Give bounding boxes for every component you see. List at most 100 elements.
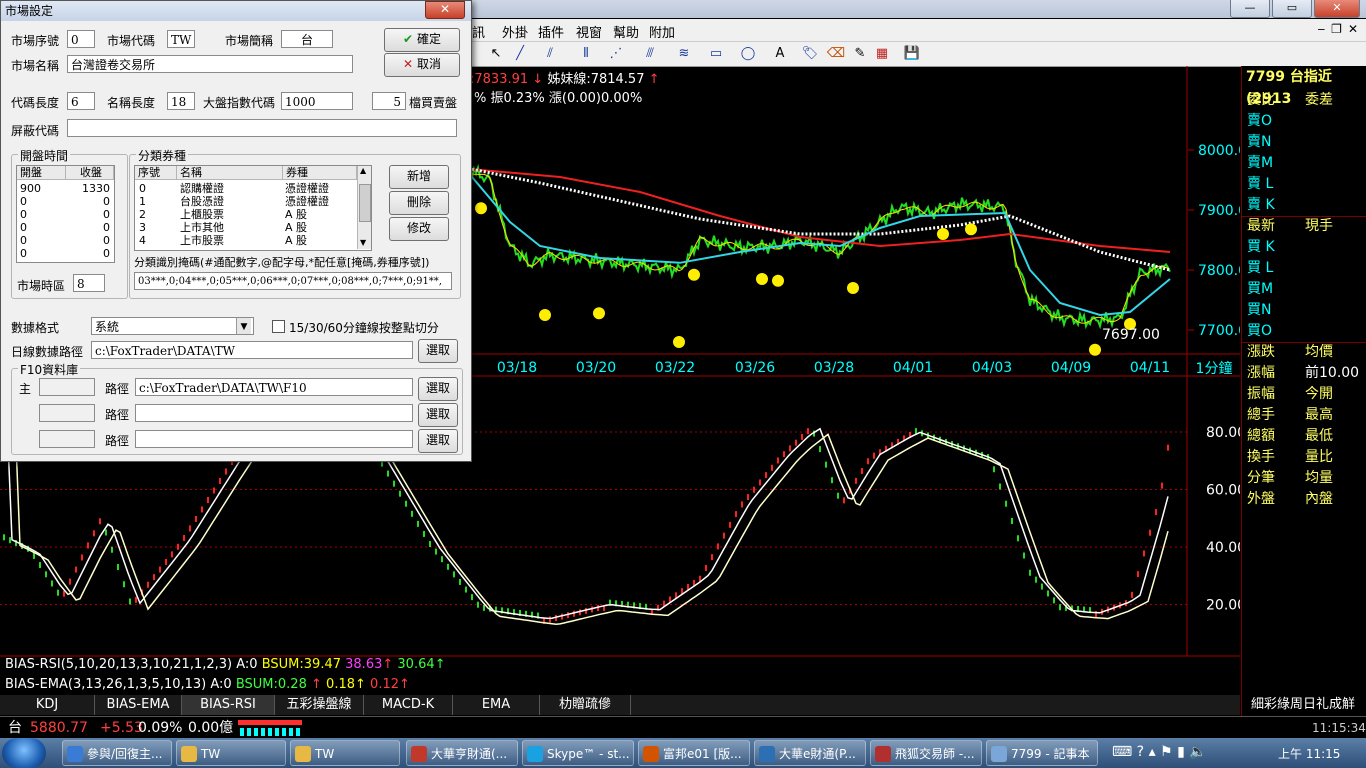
tab-ema[interactable]: EMA [453, 695, 540, 715]
hours-close-cell[interactable]: 0 [66, 208, 110, 221]
tz-input[interactable]: 8 [73, 274, 105, 292]
hours-open-cell[interactable]: 0 [20, 221, 27, 234]
taskbar-item[interactable]: 大華e財通(P... [754, 740, 866, 766]
hours-list[interactable]: 開盤 收盤 900 1330 0 0 0 0 0 0 0 0 0 0 [16, 165, 115, 263]
f10-head-input[interactable] [39, 404, 95, 422]
tab-color-trade-line[interactable]: 五彩操盤線 [275, 695, 364, 715]
cat-seq-cell[interactable]: 3 [139, 221, 146, 234]
line-tool-icon[interactable]: ╱ [510, 45, 530, 62]
cat-type-cell[interactable]: A 股 [285, 234, 307, 247]
abbr-input[interactable]: 台 [281, 30, 333, 48]
start-button[interactable] [2, 738, 46, 768]
ellipse-icon[interactable]: ◯ [738, 45, 758, 62]
f10-browse-button[interactable]: 選取 [418, 429, 458, 453]
save-icon[interactable]: 💾 [902, 45, 922, 62]
f10-browse-button[interactable]: 選取 [418, 377, 458, 401]
hours-close-cell[interactable]: 1330 [66, 182, 110, 195]
keyboard-icon[interactable]: ⌨ [1112, 744, 1132, 760]
text-tool-icon[interactable]: A [770, 45, 790, 62]
channel-icon[interactable]: ⫻ [640, 45, 660, 62]
taskbar-item[interactable]: Skype™ - st... [522, 740, 634, 766]
seq-input[interactable]: 0 [67, 30, 95, 48]
category-scrollbar[interactable]: ▲ ▼ [357, 166, 371, 249]
vertical-lines-icon[interactable]: ⦀ [576, 45, 596, 62]
taskbar-item[interactable]: 富邦e01 [版... [638, 740, 750, 766]
tab-bias-rsi[interactable]: BIAS-RSI [182, 695, 275, 715]
cat-type-cell[interactable]: A 股 [285, 221, 307, 234]
depth-input[interactable]: 5 [372, 92, 406, 110]
cat-seq-cell[interactable]: 2 [139, 208, 146, 221]
pointer-icon[interactable]: ↖ [486, 45, 506, 62]
scroll-up-icon[interactable]: ▲ [360, 166, 366, 175]
restore-button[interactable]: ▭ [1272, 0, 1312, 18]
category-list[interactable]: 序號 名稱 券種 0 認購權證 憑證權證 1 台股憑證 憑證權證 2 上櫃股票 A 股 3 上市其他… [134, 165, 372, 251]
eraser-icon[interactable]: ⌫ [826, 45, 846, 62]
pencil-icon[interactable]: ✎ [850, 45, 870, 62]
cat-header-name[interactable]: 名稱 [177, 166, 283, 180]
namelen-input[interactable]: 18 [167, 92, 195, 110]
cat-name-cell[interactable]: 台股憑證 [180, 195, 224, 208]
f10-path-input[interactable] [135, 404, 413, 422]
ok-button[interactable]: ✔ 確定 [384, 28, 460, 52]
menu-item-help[interactable]: 幫助 [613, 22, 639, 41]
cat-name-cell[interactable]: 上櫃股票 [180, 208, 224, 221]
chevron-down-icon[interactable]: ▼ [236, 318, 251, 334]
cat-name-cell[interactable]: 上市其他 [180, 221, 224, 234]
taskbar-item[interactable]: TW [176, 740, 286, 766]
f10-head-input[interactable] [39, 430, 95, 448]
taskbar-item[interactable]: 大華亨財通(... [406, 740, 518, 766]
minimize-button[interactable]: — [1230, 0, 1270, 18]
cat-name-cell[interactable]: 認購權證 [180, 182, 224, 195]
split-checkbox[interactable] [272, 320, 285, 333]
f10-path-input[interactable] [135, 430, 413, 448]
hours-close-cell[interactable]: 0 [66, 234, 110, 247]
menu-item-extra[interactable]: 附加 [649, 22, 675, 41]
codelen-input[interactable]: 6 [67, 92, 95, 110]
mdi-minimize-icon[interactable]: ‒ [1318, 22, 1326, 36]
mdi-restore-icon[interactable]: ❐ [1331, 22, 1342, 36]
scroll-thumb[interactable] [359, 184, 371, 222]
path-browse-button[interactable]: 選取 [418, 339, 458, 363]
menu-item-window[interactable]: 視窗 [576, 22, 602, 41]
color-palette-icon[interactable]: ▦ [872, 45, 892, 62]
hours-open-cell[interactable]: 0 [20, 234, 27, 247]
delete-button[interactable]: 刪除 [389, 191, 449, 215]
taskbar-item[interactable]: 7799 - 記事本 [986, 740, 1098, 766]
mask-codes-input[interactable]: 03***,0;04***,0;05***,0;06***,0;07***,0;… [134, 272, 452, 290]
taskbar-item[interactable]: TW [290, 740, 400, 766]
index-input[interactable]: 1000 [281, 92, 353, 110]
mdi-close-icon[interactable]: ✕ [1348, 22, 1358, 36]
hours-header-close[interactable]: 收盤 [66, 166, 114, 180]
hours-open-cell[interactable]: 0 [20, 247, 27, 260]
parallel-line-icon[interactable]: ⫽ [540, 45, 560, 62]
format-select[interactable]: 系統 ▼ [91, 317, 254, 335]
path-input[interactable]: c:\FoxTrader\DATA\TW [91, 341, 413, 359]
fan-lines-icon[interactable]: ⋰ [606, 45, 626, 62]
tab-bias-ema[interactable]: BIAS-EMA [95, 695, 182, 715]
cat-seq-cell[interactable]: 4 [139, 234, 146, 247]
cat-name-cell[interactable]: 上市股票 [180, 234, 224, 247]
cat-seq-cell[interactable]: 1 [139, 195, 146, 208]
rectangle-icon[interactable]: ▭ [706, 45, 726, 62]
code-input[interactable]: TW [167, 30, 195, 48]
hours-header-open[interactable]: 開盤 [17, 166, 66, 180]
f10-head-input[interactable] [39, 378, 95, 396]
cat-type-cell[interactable]: A 股 [285, 208, 307, 221]
name-input[interactable]: 台灣證卷交易所 [67, 55, 353, 73]
taskbar-item[interactable]: 參與/回復主... [62, 740, 172, 766]
menu-item-plugin[interactable]: 插件 [538, 22, 564, 41]
cat-type-cell[interactable]: 憑證權證 [285, 195, 329, 208]
close-button[interactable]: ✕ [1314, 0, 1360, 18]
dialog-close-button[interactable]: ✕ [425, 1, 465, 19]
hours-close-cell[interactable]: 0 [66, 247, 110, 260]
cat-seq-cell[interactable]: 0 [139, 182, 146, 195]
tab-extra[interactable]: 朸贈疏傪 [540, 695, 631, 715]
hours-open-cell[interactable]: 900 [20, 182, 41, 195]
f10-browse-button[interactable]: 選取 [418, 403, 458, 427]
cancel-button[interactable]: ✕ 取消 [384, 53, 460, 77]
cat-header-seq[interactable]: 序號 [135, 166, 177, 180]
f10-path-input[interactable]: c:\FoxTrader\DATA\TW\F10 [135, 378, 413, 396]
cat-header-type[interactable]: 券種 [283, 166, 357, 180]
volume-icon[interactable]: 🔈 [1189, 744, 1206, 760]
mask-input[interactable] [67, 119, 457, 137]
